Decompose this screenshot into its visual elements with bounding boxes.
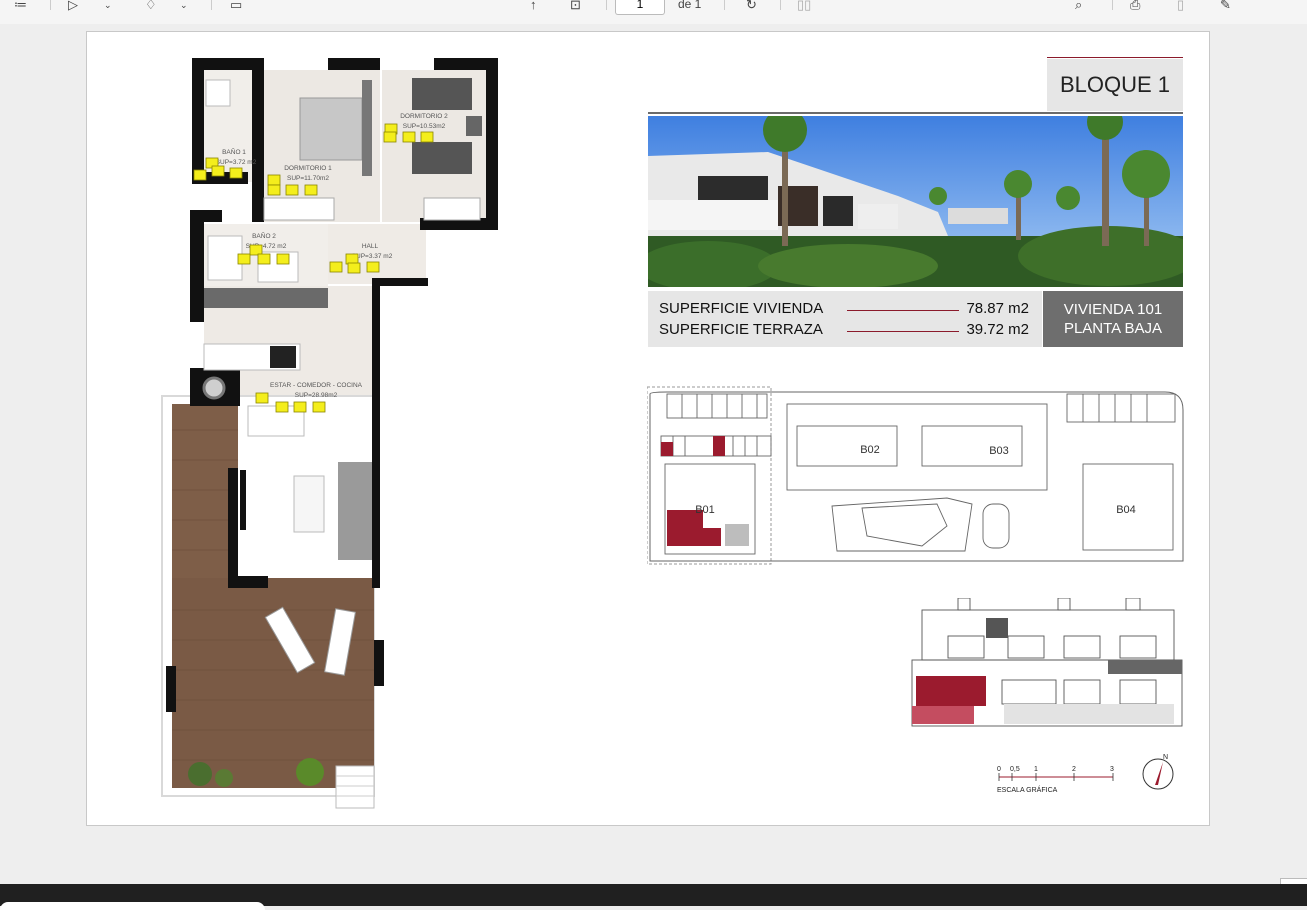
building-elevation	[911, 598, 1183, 727]
scale-tick: 3	[1110, 766, 1114, 773]
comment-icon[interactable]	[237, 253, 251, 265]
rotate-icon[interactable]: ↻	[746, 0, 757, 12]
save-copy-icon[interactable]: ▯	[1177, 0, 1184, 12]
comment-icon[interactable]	[293, 401, 307, 413]
site-block-label: B02	[860, 444, 880, 456]
comment-icon[interactable]	[249, 244, 263, 256]
search-icon[interactable]: ⌕	[1075, 0, 1082, 12]
toolbar-divider	[211, 0, 212, 10]
taskbar-search[interactable]	[0, 902, 265, 910]
chevron-down-icon[interactable]: ⌄	[180, 0, 188, 12]
previous-page-icon[interactable]: ↑	[530, 0, 537, 12]
comment-icon[interactable]	[257, 253, 271, 265]
room-area-estar: SUP=28.98m2	[295, 392, 338, 399]
comment-icon[interactable]	[304, 184, 318, 196]
comment-icon[interactable]	[345, 253, 359, 265]
room-label-dorm1: DORMITORIO 1	[284, 165, 332, 172]
toolbar-divider	[50, 0, 51, 10]
site-plan: B01 B02 B03 B04	[647, 386, 1184, 565]
comment-icon[interactable]	[267, 174, 281, 186]
surface-value: 78.87 m2	[966, 300, 1029, 317]
title-accent-line	[1047, 57, 1183, 58]
room-area-dorm2: SUP=10.53m2	[403, 123, 446, 130]
comment-icon[interactable]	[420, 131, 434, 143]
leader-line	[847, 331, 959, 332]
highlighter-icon[interactable]: ♢	[145, 0, 157, 12]
development-photo	[648, 116, 1183, 287]
toolbar-divider	[606, 0, 607, 10]
block-title: BLOQUE 1	[1047, 59, 1183, 111]
scale-label: ESCALA GRÁFICA	[997, 785, 1058, 794]
toolbar-divider	[724, 0, 725, 10]
comment-icon[interactable]	[193, 169, 207, 181]
room-label-bano2: BAÑO 2	[252, 231, 276, 240]
scale-tick: 0	[997, 766, 1001, 773]
title-divider	[648, 112, 1183, 114]
page-number-input[interactable]: 1	[615, 0, 665, 15]
comment-icon[interactable]	[229, 167, 243, 179]
menu-icon[interactable]: ≔	[14, 0, 27, 12]
comment-icon[interactable]	[366, 261, 380, 273]
chevron-down-icon[interactable]: ⌄	[104, 0, 112, 12]
site-block-label: B04	[1116, 504, 1136, 516]
pen-icon[interactable]: ▷	[68, 0, 78, 12]
two-page-icon[interactable]: ▯▯	[797, 0, 811, 12]
comment-icon[interactable]	[276, 253, 290, 265]
page-count-label: de 1	[678, 0, 702, 11]
site-block-label: B03	[989, 445, 1009, 457]
toolbar-divider	[780, 0, 781, 10]
taskbar	[0, 884, 1307, 910]
scale-tick: 2	[1072, 766, 1076, 773]
graphic-scale: 0 0,5 1 2 3 ESCALA GRÁFICA	[997, 766, 1114, 794]
surface-panel: SUPERFICIE VIVIENDA 78.87 m2 SUPERFICIE …	[648, 291, 1042, 347]
room-label-hall: HALL	[362, 243, 379, 250]
unit-panel: VIVIENDA 101 PLANTA BAJA	[1043, 291, 1183, 347]
comment-icon[interactable]	[267, 184, 281, 196]
scale-tick: 0,5	[1010, 766, 1020, 773]
north-arrow-icon: N	[1142, 754, 1174, 790]
comment-icon[interactable]	[285, 184, 299, 196]
comment-icon[interactable]	[402, 131, 416, 143]
room-area-bano1: SUP=3.72 m2	[216, 159, 257, 166]
site-block-label: B01	[695, 504, 715, 516]
north-label: N	[1163, 754, 1168, 761]
leader-line	[847, 310, 959, 311]
surface-row: SUPERFICIE TERRAZA 39.72 m2	[659, 321, 1039, 339]
floor-plan: BAÑO 1 SUP=3.72 m2 DORMITORIO 1 SUP=11.7…	[161, 58, 498, 809]
edit-icon[interactable]: ✎	[1220, 0, 1231, 12]
unit-number: VIVIENDA 101	[1063, 301, 1163, 318]
room-label-estar: ESTAR - COMEDOR - COCINA	[270, 382, 363, 389]
surface-label: SUPERFICIE VIVIENDA	[659, 300, 824, 317]
room-label-dorm2: DORMITORIO 2	[400, 113, 448, 120]
comment-icon[interactable]	[383, 131, 397, 143]
toolbar-divider	[1112, 0, 1113, 10]
comment-icon[interactable]	[255, 392, 269, 404]
comment-icon[interactable]	[312, 401, 326, 413]
surface-row: SUPERFICIE VIVIENDA 78.87 m2	[659, 300, 1039, 318]
surface-label: SUPERFICIE TERRAZA	[659, 321, 823, 338]
surface-value: 39.72 m2	[966, 321, 1029, 338]
scale-tick: 1	[1034, 766, 1038, 773]
save-icon[interactable]: ▭	[230, 0, 242, 12]
comment-icon[interactable]	[329, 261, 343, 273]
fit-page-icon[interactable]: ⊡	[570, 0, 581, 12]
comment-icon[interactable]	[211, 165, 225, 177]
comment-icon[interactable]	[347, 262, 361, 274]
comment-icon[interactable]	[275, 401, 289, 413]
pdf-toolbar: ≔ ▷ ⌄ ♢ ⌄ ▭ ↑ ⊡ 1 de 1 ↻ ▯▯ ⌕ ⎙ ▯ ✎	[0, 0, 1307, 25]
room-area-dorm1: SUP=11.70m2	[287, 175, 329, 182]
print-icon[interactable]: ⎙	[1130, 0, 1140, 12]
unit-floor: PLANTA BAJA	[1063, 320, 1163, 337]
room-label-bano1: BAÑO 1	[222, 147, 246, 156]
